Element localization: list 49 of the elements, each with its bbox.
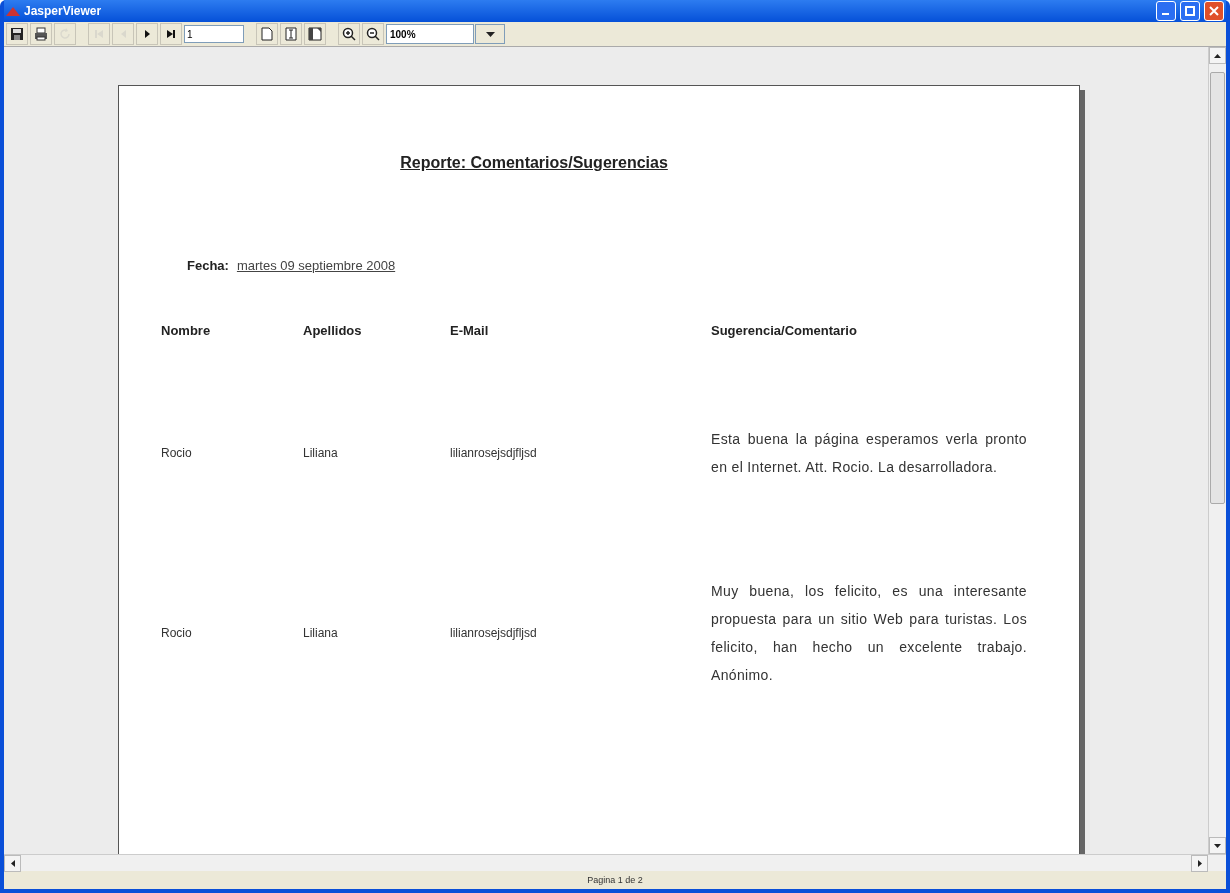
maximize-icon [1185, 6, 1195, 16]
column-header: Sugerencia/Comentario [711, 323, 857, 338]
zoom-field[interactable]: 100% [386, 24, 474, 44]
close-icon [1209, 6, 1219, 16]
date-label: Fecha: [187, 258, 229, 273]
right-arrow-icon [1197, 860, 1202, 867]
page-icon [259, 26, 275, 42]
table-cell: lilianrosejsdjfljsd [450, 446, 537, 460]
report-title: Reporte: Comentarios/Sugerencias [400, 154, 668, 171]
scroll-down-button[interactable] [1209, 837, 1226, 854]
fit-width-icon [307, 26, 323, 42]
comment-text: Esta buena la página esperamos verla pronto en el Internet. Att. Rocio. La desarrolladora. [711, 430, 1027, 477]
column-header: E-Mail [450, 323, 489, 338]
scroll-left-button[interactable] [4, 855, 21, 872]
app-icon [6, 6, 20, 16]
toolbar-button[interactable] [160, 23, 182, 45]
close-button[interactable] [1204, 1, 1224, 21]
scroll-right-button[interactable] [1191, 855, 1208, 872]
window-title: JasperViewer [24, 4, 102, 18]
table-cell: Liliana [303, 626, 338, 640]
status-text: Pagina 1 de 2 [587, 875, 643, 885]
table-cell: Rocio [161, 446, 192, 460]
down-arrow-icon [1214, 843, 1221, 848]
table-cell: lilianrosejsdjfljsd [450, 626, 537, 640]
date-value: martes 09 septiembre 2008 [236, 258, 396, 273]
maximize-button[interactable] [1180, 1, 1200, 21]
zoom-in-icon [341, 26, 357, 42]
scroll-up-button[interactable] [1209, 47, 1226, 64]
column-header: Apellidos [303, 323, 362, 338]
toolbar-button[interactable] [30, 23, 52, 45]
minimize-button[interactable] [1156, 1, 1176, 21]
table-cell: Rocio [161, 626, 192, 640]
toolbar-button[interactable] [304, 23, 326, 45]
toolbar-button[interactable] [6, 23, 28, 45]
zoom-out-icon [365, 26, 381, 42]
table-cell: Liliana [303, 446, 338, 460]
toolbar-button[interactable] [338, 23, 360, 45]
toolbar-button[interactable] [362, 23, 384, 45]
column-header: Nombre [161, 323, 211, 338]
left-arrow-icon [10, 860, 15, 867]
up-arrow-icon [1214, 53, 1221, 58]
toolbar-button[interactable] [136, 23, 158, 45]
page-number-field[interactable]: 1 [184, 25, 244, 43]
printer-icon [33, 26, 49, 42]
comment-text: Muy buena, los felicito, es una interesante propuesta para un sitio Web para turistas. Los felicito, han hecho un excelente trabajo. Anónimo. [711, 582, 1027, 685]
caret-icon [485, 31, 495, 37]
save-icon [9, 26, 25, 42]
dropdown-button[interactable] [475, 24, 505, 44]
fit-page-icon [283, 26, 299, 42]
